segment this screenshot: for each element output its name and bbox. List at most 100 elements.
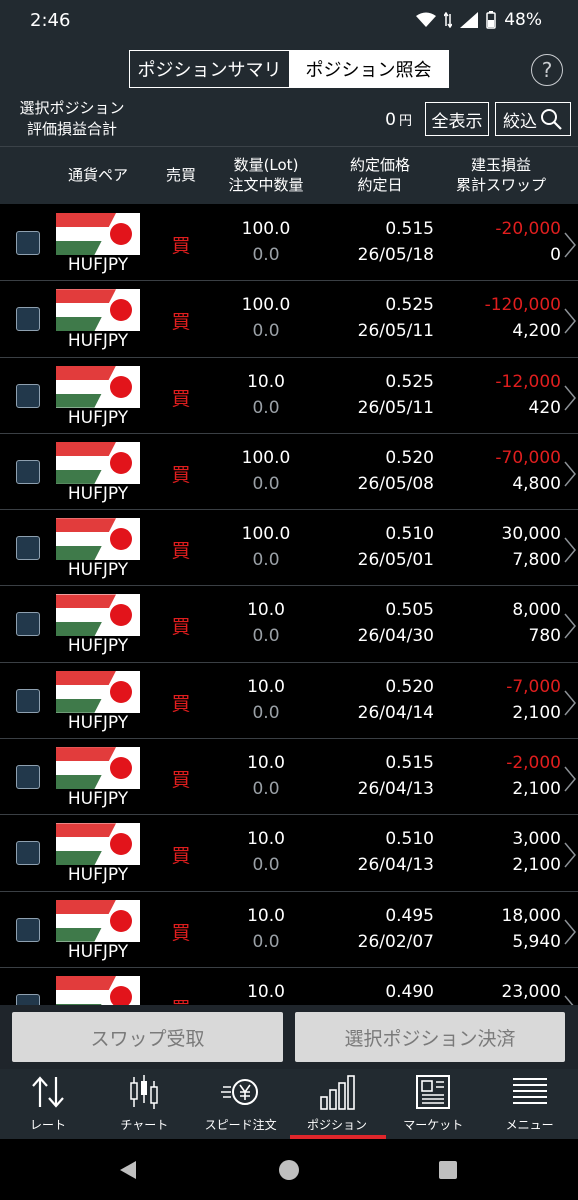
- row-swap: 4,200: [512, 321, 561, 342]
- chevron-right-icon[interactable]: [562, 689, 578, 717]
- japan-flag-icon: [110, 451, 132, 474]
- row-pl: -70,000: [495, 447, 561, 468]
- chevron-right-icon[interactable]: [562, 384, 578, 412]
- col-pl-line1: 建玉損益: [470, 156, 531, 174]
- nav-speed-order[interactable]: スピード注文: [193, 1069, 289, 1139]
- nav-rate-label: レート: [29, 1118, 66, 1132]
- row-side: 買: [171, 235, 191, 257]
- hungary-flag-icon: [56, 670, 116, 713]
- hungary-flag-icon: [56, 747, 116, 790]
- japan-flag-icon: [110, 375, 132, 398]
- help-button[interactable]: ?: [531, 54, 563, 86]
- help-icon: ?: [541, 58, 553, 82]
- status-bar: 2:46 48%: [0, 0, 578, 44]
- nav-chart[interactable]: チャート: [96, 1069, 192, 1139]
- row-swap: 420: [528, 397, 561, 418]
- row-swap: 2,100: [512, 779, 561, 800]
- wifi-icon: [416, 12, 437, 27]
- currency-flags: [56, 670, 140, 713]
- tab-position-summary[interactable]: ポジションサマリ: [130, 51, 289, 87]
- summary-unit: 円: [398, 114, 412, 129]
- japan-flag-icon: [110, 223, 132, 245]
- row-swap: 4,800: [512, 473, 561, 494]
- currency-flags: [56, 823, 140, 866]
- row-pair: HUFJPY: [67, 865, 129, 886]
- row-date: 26/05/11: [357, 321, 434, 342]
- speed-order-yen-icon: [220, 1079, 258, 1105]
- home-icon[interactable]: [278, 1159, 300, 1181]
- row-checkbox[interactable]: [16, 841, 40, 866]
- row-pending-qty: 0.0: [252, 397, 280, 418]
- row-pair: HUFJPY: [67, 636, 129, 657]
- col-lot: 数量(Lot) 注文中数量: [216, 155, 316, 195]
- close-selected-button[interactable]: 選択ポジション決済: [295, 1012, 565, 1062]
- nav-position[interactable]: ポジション: [289, 1069, 385, 1139]
- row-swap: 5,940: [512, 931, 561, 952]
- row-checkbox[interactable]: [16, 536, 40, 561]
- chevron-right-icon[interactable]: [562, 918, 578, 946]
- position-row[interactable]: HUFJPY 買 10.0 0.0 0.505 26/04/30 8,000 780: [0, 586, 578, 663]
- row-pending-qty: 0.0: [252, 245, 280, 265]
- row-pl: 23,000: [501, 981, 561, 1002]
- rate-arrows-icon: [32, 1076, 64, 1108]
- nav-menu[interactable]: メニュー: [482, 1069, 578, 1139]
- filter-button[interactable]: 絞込: [495, 102, 571, 136]
- chevron-right-icon[interactable]: [562, 994, 578, 1005]
- nav-rate[interactable]: レート: [0, 1069, 96, 1139]
- tab-position-inquiry[interactable]: ポジション照会: [289, 51, 448, 87]
- position-row[interactable]: HUFJPY 買 10.0 0.0 0.510 26/04/13 3,000 2,100: [0, 815, 578, 892]
- row-checkbox[interactable]: [16, 307, 40, 332]
- row-checkbox[interactable]: [16, 383, 40, 408]
- row-checkbox[interactable]: [16, 231, 40, 255]
- chevron-right-icon[interactable]: [562, 765, 578, 793]
- show-all-label: 全表示: [431, 111, 483, 132]
- swap-receive-button[interactable]: スワップ受取: [12, 1012, 283, 1062]
- position-row[interactable]: HUFJPY 買 10.0 0.0 0.520 26/04/14 -7,000 2,100: [0, 663, 578, 740]
- position-row[interactable]: HUFJPY 買 10.0 0.0 0.495 26/02/07 18,000 5,940: [0, 892, 578, 968]
- nav-market[interactable]: マーケット: [385, 1069, 481, 1139]
- position-row[interactable]: HUFJPY 買 100.0 0.0 0.525 26/05/11 -120,000 4,20…: [0, 281, 578, 358]
- col-price: 約定価格 約定日: [330, 155, 430, 195]
- row-checkbox[interactable]: [16, 917, 40, 942]
- col-side: 売買: [165, 166, 196, 184]
- chevron-right-icon[interactable]: [562, 307, 578, 335]
- chevron-right-icon[interactable]: [562, 231, 578, 259]
- row-checkbox[interactable]: [16, 459, 40, 484]
- position-row[interactable]: HUFJPY 買 10.0 0.0 0.515 26/04/13 -2,000 2,100: [0, 739, 578, 816]
- row-lot: 10.0: [247, 829, 285, 850]
- show-all-button[interactable]: 全表示: [425, 102, 489, 136]
- chevron-right-icon[interactable]: [562, 536, 578, 564]
- row-price: 0.510: [385, 524, 434, 545]
- row-checkbox[interactable]: [16, 688, 40, 713]
- back-icon[interactable]: [118, 1160, 138, 1180]
- chevron-right-icon[interactable]: [562, 460, 578, 488]
- row-checkbox[interactable]: [16, 765, 40, 790]
- row-pair: HUFJPY: [67, 789, 129, 810]
- row-swap: 7,800: [512, 550, 561, 571]
- col-pl-line2: 累計スワップ: [455, 176, 546, 194]
- row-checkbox[interactable]: [16, 993, 40, 1005]
- japan-flag-icon: [110, 757, 132, 780]
- row-checkbox[interactable]: [16, 612, 40, 637]
- row-side: 買: [166, 994, 196, 1005]
- recents-icon[interactable]: [438, 1160, 458, 1180]
- app-header: ポジションサマリ ポジション照会 ?: [0, 44, 578, 94]
- row-price: 0.495: [385, 905, 434, 926]
- position-row[interactable]: HUFJPY 買 100.0 0.0 0.510 26/05/01 30,000 7,800: [0, 510, 578, 587]
- position-row[interactable]: HUFJPY 買 10.0 0.0 0.525 26/05/11 -12,000 420: [0, 358, 578, 434]
- position-row[interactable]: HUFJPY 買 100.0 0.0 0.520 26/05/08 -70,000 4,800: [0, 434, 578, 511]
- position-row[interactable]: HUFJPY 買 100.0 0.0 0.515 26/05/18 -20,000 0: [0, 205, 578, 282]
- chevron-right-icon[interactable]: [562, 841, 578, 869]
- japan-flag-icon: [110, 909, 132, 932]
- row-date: 26/04/13: [357, 779, 434, 800]
- chevron-right-icon[interactable]: [562, 612, 578, 640]
- row-swap: 780: [528, 626, 561, 647]
- position-list[interactable]: HUFJPY 買 100.0 0.0 0.515 26/05/18 -20,000 0 HUFJ…: [0, 205, 578, 1005]
- hungary-flag-icon: [56, 823, 116, 866]
- col-lot-line2: 注文中数量: [228, 176, 304, 194]
- col-pl: 建玉損益 累計スワップ: [446, 155, 556, 195]
- position-row[interactable]: HUFJPY買10.00.00.49023,000: [0, 968, 578, 1005]
- row-pl: -12,000: [495, 371, 561, 392]
- currency-flags: [56, 213, 140, 255]
- row-price: 0.525: [385, 371, 434, 392]
